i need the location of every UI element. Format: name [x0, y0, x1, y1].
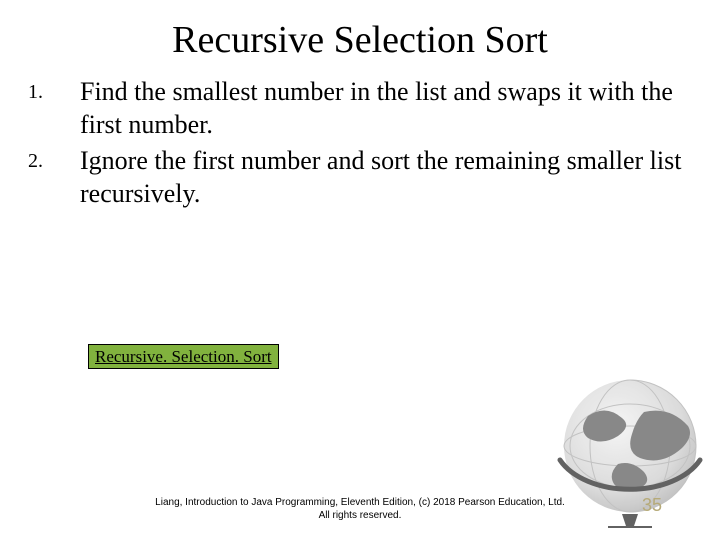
list-number: 2.: [28, 145, 80, 174]
list-text: Find the smallest number in the list and…: [80, 76, 692, 141]
steps-list: 1. Find the smallest number in the list …: [28, 76, 692, 210]
slide-title: Recursive Selection Sort: [28, 18, 692, 62]
list-number: 1.: [28, 76, 80, 105]
footer: Liang, Introduction to Java Programming,…: [0, 497, 720, 522]
page-number: 35: [642, 495, 662, 516]
footer-line-1: Liang, Introduction to Java Programming,…: [0, 497, 720, 510]
list-item: 1. Find the smallest number in the list …: [28, 76, 692, 141]
footer-line-2: All rights reserved.: [0, 510, 720, 523]
recursive-selection-sort-link[interactable]: Recursive. Selection. Sort: [88, 344, 279, 369]
list-item: 2. Ignore the first number and sort the …: [28, 145, 692, 210]
slide: Recursive Selection Sort 1. Find the sma…: [0, 0, 720, 540]
list-text: Ignore the first number and sort the rem…: [80, 145, 692, 210]
